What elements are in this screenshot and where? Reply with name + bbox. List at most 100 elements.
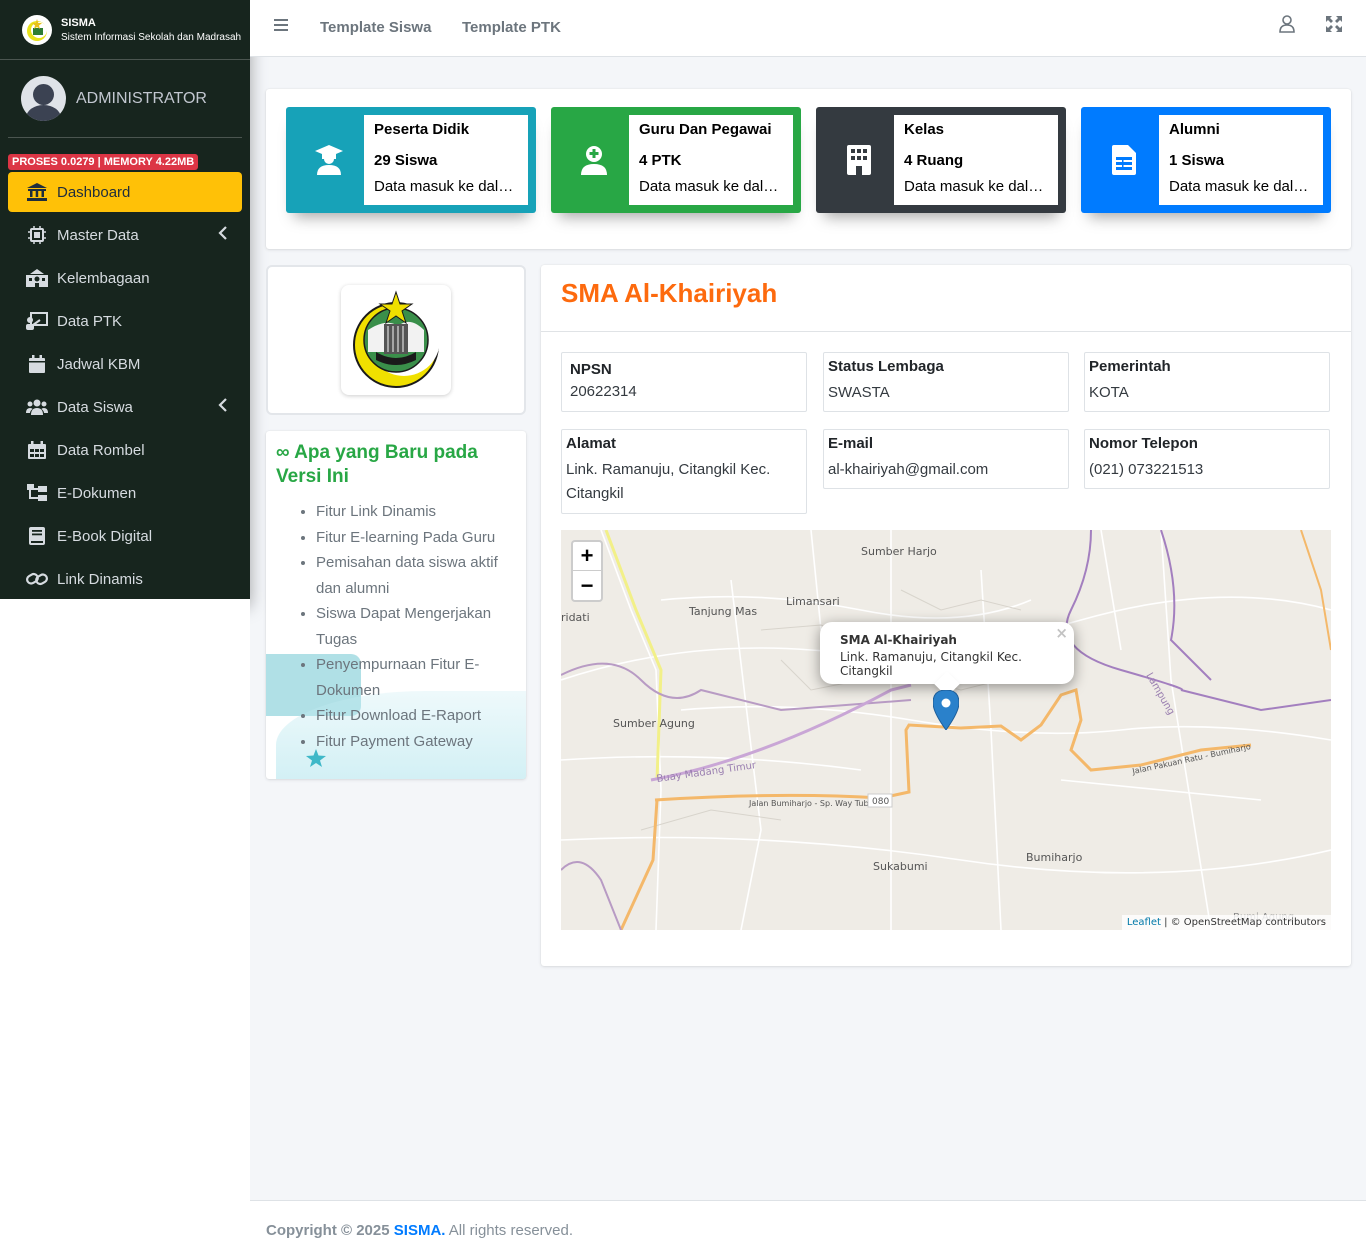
- book-icon: [26, 527, 48, 545]
- school-building-icon: [26, 269, 48, 287]
- sidebar-background: [0, 599, 250, 1257]
- stat-card-kelas[interactable]: Kelas 4 Ruang Data masuk ke dalam sistem: [816, 107, 1066, 213]
- sidebar-item-label: Data Siswa: [57, 398, 133, 416]
- list-item: Penyempurnaan Fitur E-Dokumen: [316, 652, 526, 703]
- sidebar-item-link-dinamis[interactable]: Link Dinamis: [8, 559, 242, 599]
- stat-title: Guru Dan Pegawai: [639, 121, 772, 138]
- list-item: Fitur Download E-Raport: [316, 703, 526, 729]
- map-label: Jalan Pakuan Ratu - Bumiharjo: [1131, 742, 1252, 776]
- sidebar-item-jadwal-kbm[interactable]: Jadwal KBM: [8, 344, 242, 384]
- sidebar-item-label: E-Dokumen: [57, 484, 137, 502]
- user-name[interactable]: ADMINISTRATOR: [76, 90, 207, 108]
- map-zoom-control: + −: [571, 540, 603, 602]
- sidebar-item-label: E-Book Digital: [57, 527, 153, 545]
- brand-logo-icon: [22, 14, 52, 45]
- stat-card-guru-dan-pegawai[interactable]: Guru Dan Pegawai 4 PTK Data masuk ke dal…: [551, 107, 801, 213]
- popup-close-button[interactable]: ×: [1055, 624, 1068, 642]
- document-icon: [1089, 115, 1159, 205]
- info-label: Nomor Telepon: [1089, 435, 1198, 452]
- zoom-in-button[interactable]: +: [573, 542, 601, 571]
- map-label: Limansari: [786, 595, 840, 608]
- stat-card-alumni[interactable]: Alumni 1 Siswa Data masuk ke dalam siste…: [1081, 107, 1331, 213]
- info-email: E-mail al-khairiyah@gmail.com: [823, 429, 1069, 489]
- info-nomor-telepon: Nomor Telepon (021) 073221513: [1084, 429, 1330, 489]
- school-name: SMA Al-Khairiyah: [561, 278, 778, 308]
- calendar-icon: [26, 355, 48, 373]
- school-profile-card: SMA Al-Khairiyah NPSN 20622314 Status Le…: [541, 265, 1351, 966]
- sidebar-item-label: Dashboard: [57, 183, 131, 201]
- info-value: Link. Ramanuju, Citangkil Kec. Citangkil: [566, 461, 771, 502]
- map-popup: SMA Al-Khairiyah Link. Ramanuju, Citangk…: [820, 622, 1074, 697]
- info-pemerintah: Pemerintah KOTA: [1084, 352, 1330, 412]
- footer-rights: All rights reserved.: [445, 1222, 574, 1239]
- stat-title: Peserta Didik: [374, 121, 470, 138]
- sidebar-item-e-book-digital[interactable]: E-Book Digital: [8, 516, 242, 556]
- footer: Copyright © 2025 SISMA. All rights reser…: [250, 1200, 1366, 1257]
- sidebar-item-dashboard[interactable]: Dashboard: [8, 172, 242, 212]
- zoom-out-button[interactable]: −: [573, 571, 601, 600]
- user-icon[interactable]: [1279, 15, 1295, 37]
- stat-description: Data masuk ke dalam sistem: [639, 178, 783, 195]
- star-icon: [306, 749, 326, 771]
- sidebar-nav: Dashboard Master Data Kelembagaan Data P…: [0, 172, 250, 599]
- sidebar-item-kelembagaan[interactable]: Kelembagaan: [8, 258, 242, 298]
- sidebar-item-master-data[interactable]: Master Data: [8, 215, 242, 255]
- info-label: E-mail: [828, 435, 874, 452]
- map-label: Sukabumi: [873, 860, 928, 873]
- info-value: al-khairiyah@gmail.com: [828, 461, 989, 478]
- brand-link[interactable]: SISMA Sistem Informasi Sekolah dan Madra…: [0, 0, 250, 60]
- location-map[interactable]: Sumber Harjo Limansari Tanjung Mas ridat…: [561, 530, 1331, 930]
- list-item: Siswa Dapat Mengerjakan Tugas: [316, 601, 526, 652]
- info-alamat: Alamat Link. Ramanuju, Citangkil Kec. Ci…: [561, 429, 807, 514]
- whats-new-card: ∞ Apa yang Baru pada Versi Ini Fitur Lin…: [266, 431, 526, 779]
- building-icon: [824, 115, 894, 205]
- sidebar-item-label: Jadwal KBM: [57, 355, 141, 373]
- map-label: 080: [872, 797, 889, 807]
- folder-tree-icon: [26, 484, 48, 502]
- stat-description: Data masuk ke dalam sistem: [374, 178, 518, 195]
- stats-panel: Peserta Didik 29 Siswa Data masuk ke dal…: [266, 89, 1351, 249]
- info-value: 20622314: [570, 383, 637, 400]
- whats-new-list: Fitur Link Dinamis Fitur E-learning Pada…: [316, 499, 526, 754]
- users-icon: [26, 398, 48, 416]
- footer-copyright: Copyright © 2025: [266, 1222, 390, 1239]
- sidebar-item-label: Kelembagaan: [57, 269, 150, 287]
- map-label: Jalan Bumiharjo - Sp. Way Tuba: [748, 799, 874, 808]
- stat-title: Alumni: [1169, 121, 1220, 138]
- fullscreen-icon[interactable]: [1326, 16, 1342, 36]
- info-status-lembaga: Status Lembaga SWASTA: [823, 352, 1069, 412]
- footer-brand-link[interactable]: SISMA.: [394, 1222, 446, 1239]
- map-label: Tanjung Mas: [688, 605, 757, 618]
- sidebar-item-label: Link Dinamis: [57, 570, 143, 588]
- map-marker-icon[interactable]: [932, 689, 960, 734]
- list-item: Fitur E-learning Pada Guru: [316, 525, 526, 551]
- map-attribution: Leaflet | © OpenStreetMap contributors: [1121, 915, 1331, 930]
- leaflet-link[interactable]: Leaflet: [1127, 917, 1161, 928]
- info-label: Status Lembaga: [828, 358, 944, 375]
- sidebar-item-label: Master Data: [57, 226, 139, 244]
- link-icon: [26, 571, 48, 587]
- stat-title: Kelas: [904, 121, 945, 138]
- stat-count: 29 Siswa: [374, 152, 438, 169]
- teacher-icon: [559, 115, 629, 205]
- user-panel[interactable]: ADMINISTRATOR: [8, 60, 242, 138]
- sidebar-item-data-ptk[interactable]: Data PTK: [8, 301, 242, 341]
- bank-icon: [26, 183, 48, 201]
- brand-title: SISMA: [61, 16, 96, 29]
- info-label: NPSN: [570, 361, 612, 378]
- chalkboard-teacher-icon: [26, 312, 48, 330]
- sidebar-item-label: Data PTK: [57, 312, 123, 330]
- sidebar-item-data-siswa[interactable]: Data Siswa: [8, 387, 242, 427]
- stat-card-peserta-didik[interactable]: Peserta Didik 29 Siswa Data masuk ke dal…: [286, 107, 536, 213]
- school-logo-card: [266, 265, 526, 415]
- menu-toggle-icon[interactable]: [274, 18, 288, 35]
- nav-link-template-ptk[interactable]: Template PTK: [462, 19, 561, 36]
- attribution-text: | © OpenStreetMap contributors: [1160, 917, 1326, 928]
- nav-link-template-siswa[interactable]: Template Siswa: [320, 19, 431, 36]
- sidebar-item-data-rombel[interactable]: Data Rombel: [8, 430, 242, 470]
- map-label: Sumber Harjo: [861, 545, 937, 558]
- popup-title: SMA Al-Khairiyah: [840, 633, 957, 647]
- stat-description: Data masuk ke dalam sistem: [1169, 178, 1313, 195]
- sidebar-item-e-dokumen[interactable]: E-Dokumen: [8, 473, 242, 513]
- chip-icon: [26, 226, 48, 244]
